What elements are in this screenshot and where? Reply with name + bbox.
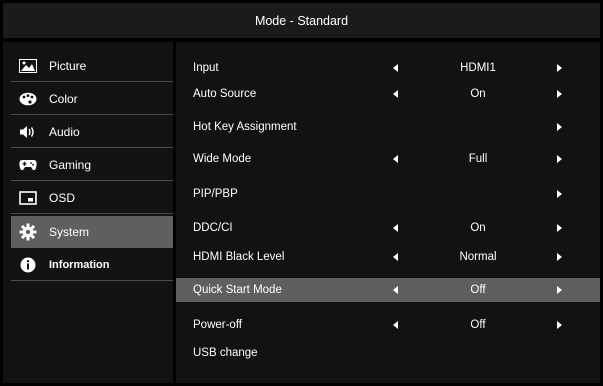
sidebar-item-picture[interactable]: Picture bbox=[11, 50, 173, 82]
info-icon bbox=[18, 255, 38, 275]
sidebar-item-osd[interactable]: OSD bbox=[11, 182, 173, 214]
setting-row-quick-start-mode[interactable]: Quick Start Mode Off bbox=[176, 278, 600, 302]
setting-value: Off bbox=[470, 284, 486, 296]
setting-value: Normal bbox=[459, 251, 497, 263]
sidebar-item-information[interactable]: Information bbox=[11, 249, 173, 281]
setting-label: Wide Mode bbox=[193, 153, 252, 165]
settings-panel: Input HDMI1 Auto Source On Hot Key Assig… bbox=[176, 42, 600, 383]
mode-title-bar: Mode - Standard bbox=[3, 3, 600, 38]
setting-label: USB change bbox=[193, 347, 258, 359]
right-arrow-icon[interactable] bbox=[557, 286, 562, 294]
palette-icon bbox=[18, 89, 38, 109]
setting-label: Auto Source bbox=[193, 88, 257, 100]
picture-icon bbox=[18, 56, 38, 76]
right-arrow-icon[interactable] bbox=[557, 64, 562, 72]
sidebar-item-label: OSD bbox=[49, 190, 76, 205]
left-arrow-icon[interactable] bbox=[393, 64, 398, 72]
setting-row-hot-key-assignment[interactable]: Hot Key Assignment bbox=[176, 115, 600, 139]
left-arrow-icon[interactable] bbox=[393, 321, 398, 329]
setting-label: Power-off bbox=[193, 319, 243, 331]
setting-row-input[interactable]: Input HDMI1 bbox=[176, 56, 600, 80]
sidebar-item-color[interactable]: Color bbox=[11, 83, 173, 115]
left-arrow-icon[interactable] bbox=[393, 224, 398, 232]
sidebar-item-label: Information bbox=[49, 258, 110, 271]
sidebar-item-label: System bbox=[49, 225, 90, 239]
sidebar-item-system[interactable]: System bbox=[11, 216, 173, 248]
mode-title: Mode - Standard bbox=[254, 13, 349, 28]
gamepad-icon bbox=[18, 155, 38, 175]
right-arrow-icon[interactable] bbox=[557, 123, 562, 131]
setting-value: On bbox=[470, 88, 486, 100]
osd-icon bbox=[18, 188, 38, 208]
setting-value: Full bbox=[468, 153, 488, 165]
setting-label: PIP/PBP bbox=[193, 188, 238, 200]
setting-label: HDMI Black Level bbox=[193, 251, 285, 263]
right-arrow-icon[interactable] bbox=[557, 155, 562, 163]
setting-row-power-off[interactable]: Power-off Off bbox=[176, 313, 600, 337]
left-arrow-icon[interactable] bbox=[393, 253, 398, 261]
sidebar-item-audio[interactable]: Audio bbox=[11, 116, 173, 148]
sidebar-item-label: Picture bbox=[49, 58, 87, 73]
speaker-icon bbox=[18, 122, 38, 142]
sidebar-item-gaming[interactable]: Gaming bbox=[11, 149, 173, 181]
left-arrow-icon[interactable] bbox=[393, 286, 398, 294]
setting-row-pip-pbp[interactable]: PIP/PBP bbox=[176, 182, 600, 206]
setting-value: Off bbox=[470, 319, 486, 331]
setting-value: On bbox=[470, 222, 486, 234]
setting-row-usb-change[interactable]: USB change bbox=[176, 341, 600, 365]
setting-label: Quick Start Mode bbox=[193, 284, 282, 296]
left-arrow-icon[interactable] bbox=[393, 90, 398, 98]
right-arrow-icon[interactable] bbox=[557, 224, 562, 232]
sidebar-item-label: Audio bbox=[49, 124, 80, 139]
right-arrow-icon[interactable] bbox=[557, 190, 562, 198]
right-arrow-icon[interactable] bbox=[557, 253, 562, 261]
setting-label: DDC/CI bbox=[193, 222, 233, 234]
sidebar: Picture Color Audio Gaming OSD System In… bbox=[3, 42, 173, 383]
osd-menu: Mode - Standard Picture Color Audio Gami… bbox=[0, 0, 603, 386]
left-arrow-icon[interactable] bbox=[393, 155, 398, 163]
setting-row-wide-mode[interactable]: Wide Mode Full bbox=[176, 147, 600, 171]
setting-row-ddc-ci[interactable]: DDC/CI On bbox=[176, 216, 600, 240]
setting-label: Hot Key Assignment bbox=[193, 121, 297, 133]
sidebar-item-label: Color bbox=[49, 91, 78, 106]
right-arrow-icon[interactable] bbox=[557, 90, 562, 98]
setting-row-hdmi-black-level[interactable]: HDMI Black Level Normal bbox=[176, 245, 600, 269]
setting-value: HDMI1 bbox=[460, 62, 496, 74]
sidebar-item-label: Gaming bbox=[49, 157, 92, 172]
setting-label: Input bbox=[193, 62, 219, 74]
gear-icon bbox=[18, 222, 38, 242]
right-arrow-icon[interactable] bbox=[557, 321, 562, 329]
setting-row-auto-source[interactable]: Auto Source On bbox=[176, 82, 600, 106]
